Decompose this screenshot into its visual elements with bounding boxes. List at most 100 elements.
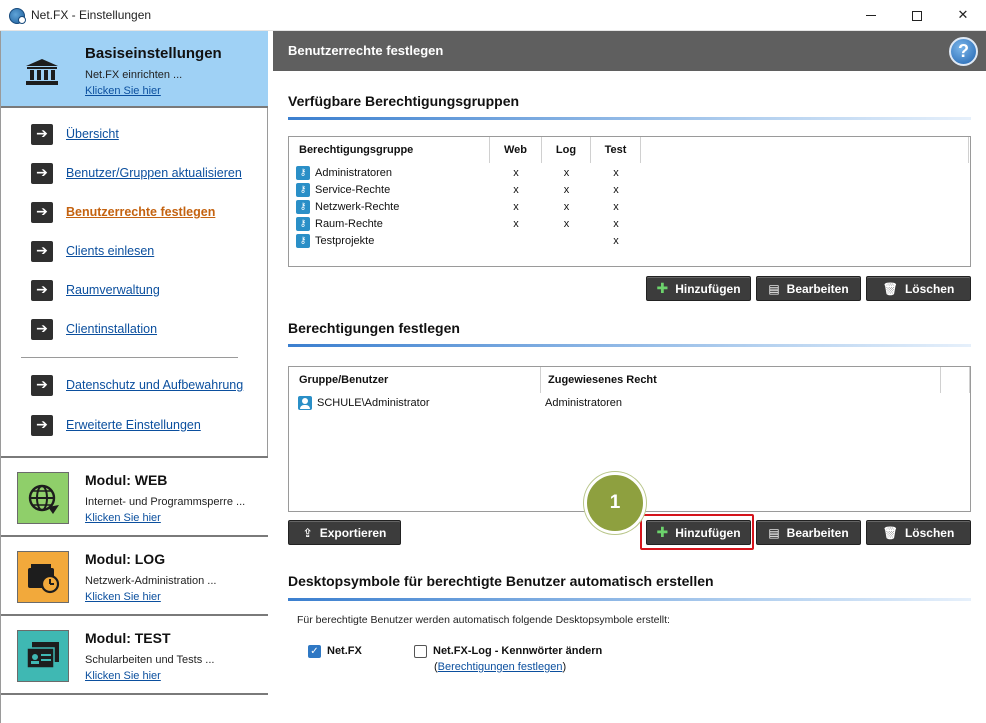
arrow-right-icon: ➔ — [31, 318, 53, 340]
arrow-right-icon: ➔ — [31, 201, 53, 223]
groups-delete-button[interactable]: 🗑 Löschen — [866, 276, 971, 301]
netfx-checkbox-label[interactable]: Net.FX — [327, 645, 362, 657]
sidebar-item-erweitert[interactable]: ➔ Erweiterte Einstellungen — [31, 414, 201, 436]
module-test-card[interactable]: Modul: TEST Schularbeiten und Tests ... … — [1, 614, 268, 693]
netfx-log-checkbox[interactable] — [414, 645, 427, 658]
sidebar-item-clients[interactable]: ➔ Clients einlesen — [31, 240, 154, 262]
checkmark-icon: ✓ — [310, 646, 319, 657]
plus-icon: ✚ — [656, 280, 669, 297]
row-group-cell: ⚷ Raum-Rechte — [289, 216, 490, 231]
minimize-button[interactable] — [848, 0, 894, 31]
row-web: x — [513, 217, 519, 230]
sidebar-item-raumverwaltung[interactable]: ➔ Raumverwaltung — [31, 279, 160, 301]
row-group-cell: ⚷ Testprojekte — [289, 233, 490, 248]
key-icon: ⚷ — [296, 165, 310, 180]
row-web: x — [513, 183, 519, 196]
sidebar-item-label: Clientinstallation — [66, 322, 158, 336]
row-test: x — [613, 217, 619, 230]
basis-title: Basiseinstellungen — [85, 45, 222, 62]
trash-icon: 🗑 — [882, 525, 898, 540]
maximize-button[interactable] — [894, 0, 940, 31]
rights-edit-button[interactable]: ▤ Bearbeiten — [756, 520, 861, 545]
netfx-log-checkbox-label[interactable]: Net.FX-Log - Kennwörter ändern — [433, 645, 602, 657]
col-header-right[interactable]: Zugewiesenes Recht — [541, 367, 941, 393]
row-test: x — [613, 183, 619, 196]
col-header-log[interactable]: Log — [542, 137, 591, 163]
col-header-user[interactable]: Gruppe/Benutzer — [289, 367, 541, 393]
row-group-name: Service-Rechte — [315, 183, 391, 196]
col-header-web[interactable]: Web — [490, 137, 542, 163]
title-bar: Net.FX - Einstellungen ✕ — [0, 0, 986, 31]
row-log: x — [563, 183, 570, 196]
module-log-subtitle: Netzwerk-Administration ... — [85, 575, 217, 587]
main-header: Benutzerrechte festlegen ? — [273, 31, 986, 71]
export-button[interactable]: ⇪ Exportieren — [288, 520, 401, 545]
module-log-link[interactable]: Klicken Sie hier — [85, 591, 161, 603]
arrow-right-icon: ➔ — [31, 123, 53, 145]
rights-section-title: Berechtigungen festlegen — [288, 320, 460, 336]
table-row[interactable]: ⚷ Administratoren x x x — [289, 164, 970, 181]
sidebar-item-label: Clients einlesen — [66, 244, 155, 258]
sidebar-item-clientinstallation[interactable]: ➔ Clientinstallation — [31, 318, 157, 340]
row-group-cell: ⚷ Administratoren — [289, 165, 490, 180]
rights-grid-header: Gruppe/Benutzer Zugewiesenes Recht — [289, 367, 970, 393]
desktop-section-title: Desktopsymbole für berechtigte Benutzer … — [288, 573, 714, 589]
module-web-card[interactable]: Modul: WEB Internet- und Programmsperre … — [1, 456, 268, 535]
main-panel: Benutzerrechte festlegen ? Verfügbare Be… — [273, 31, 986, 723]
row-group-cell: ⚷ Service-Rechte — [289, 182, 490, 197]
groups-section-title: Verfügbare Berechtigungsgruppen — [288, 93, 520, 109]
user-icon — [298, 395, 312, 410]
row-log: x — [563, 200, 570, 213]
test-folder-icon — [17, 630, 69, 682]
sidebar-item-label: Benutzer/Gruppen aktualisieren — [66, 166, 242, 180]
key-icon: ⚷ — [296, 182, 310, 197]
sidebar-item-benutzer-gruppen[interactable]: ➔ Benutzer/Gruppen aktualisieren — [31, 162, 242, 184]
arrow-right-icon: ➔ — [31, 374, 53, 396]
module-test-title: Modul: TEST — [85, 630, 171, 646]
basis-settings-card[interactable]: Basiseinstellungen Net.FX einrichten ...… — [1, 31, 268, 108]
table-row[interactable]: ⚷ Raum-Rechte x x x — [289, 215, 970, 232]
highlight-box — [640, 514, 754, 550]
rights-edit-label: Bearbeiten — [786, 525, 849, 540]
table-row[interactable]: ⚷ Service-Rechte x x x — [289, 181, 970, 198]
module-web-subtitle: Internet- und Programmsperre ... — [85, 496, 246, 508]
key-icon: ⚷ — [296, 216, 310, 231]
row-user: SCHULE\Administrator — [317, 396, 430, 409]
table-row[interactable]: ⚷ Netzwerk-Rechte x x x — [289, 198, 970, 215]
row-web: x — [513, 200, 519, 213]
arrow-right-icon: ➔ — [31, 240, 53, 262]
sidebar-item-uebersicht[interactable]: ➔ Übersicht — [31, 123, 119, 145]
groups-edit-button[interactable]: ▤ Bearbeiten — [756, 276, 861, 301]
rights-delete-button[interactable]: 🗑 Löschen — [866, 520, 971, 545]
export-icon: ⇪ — [302, 525, 313, 540]
table-row[interactable]: ⚷ Testprojekte x — [289, 232, 970, 249]
basis-link[interactable]: Klicken Sie hier — [85, 85, 161, 97]
row-test: x — [613, 234, 619, 247]
sidebar-item-datenschutz[interactable]: ➔ Datenschutz und Aufbewahrung — [31, 374, 243, 396]
page-title: Benutzerrechte festlegen — [288, 43, 444, 58]
col-header-group[interactable]: Berechtigungsgruppe — [289, 137, 490, 163]
arrow-right-icon: ➔ — [31, 162, 53, 184]
row-user-cell: SCHULE\Administrator — [289, 395, 541, 410]
set-rights-link[interactable]: Berechtigungen festlegen — [438, 661, 563, 673]
desktop-description: Für berechtigte Benutzer werden automati… — [297, 614, 670, 626]
groups-grid[interactable]: Berechtigungsgruppe Web Log Test ⚷ Admini… — [288, 136, 971, 267]
col-header-filler — [941, 367, 970, 393]
module-web-link[interactable]: Klicken Sie hier — [85, 512, 161, 524]
col-header-test[interactable]: Test — [591, 137, 641, 163]
row-test: x — [613, 166, 619, 179]
sidebar-item-benutzerrechte[interactable]: ➔ Benutzerrechte festlegen — [31, 201, 215, 223]
row-group-name: Netzwerk-Rechte — [315, 200, 400, 213]
netfx-checkbox[interactable]: ✓ — [308, 645, 321, 658]
table-row[interactable]: SCHULE\Administrator Administratoren — [289, 394, 970, 411]
close-button[interactable]: ✕ — [940, 0, 986, 31]
groups-add-button[interactable]: ✚ Hinzufügen — [646, 276, 751, 301]
module-test-link[interactable]: Klicken Sie hier — [85, 670, 161, 682]
module-log-card[interactable]: Modul: LOG Netzwerk-Administration ... K… — [1, 535, 268, 614]
row-log: x — [563, 166, 570, 179]
module-web-title: Modul: WEB — [85, 472, 168, 488]
sidebar-item-label: Raumverwaltung — [66, 283, 160, 297]
help-icon[interactable]: ? — [949, 37, 978, 66]
module-empty-slot — [1, 693, 268, 723]
sidebar-divider — [21, 357, 238, 358]
